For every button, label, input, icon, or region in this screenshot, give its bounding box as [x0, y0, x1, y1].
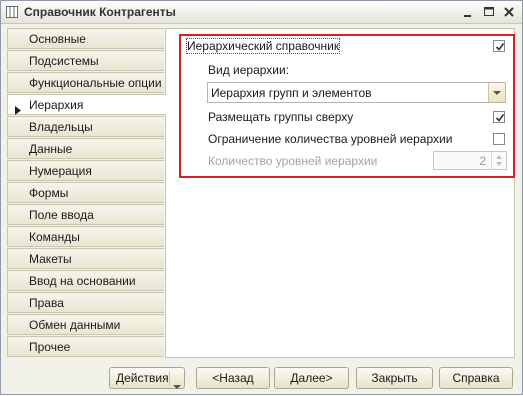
back-button[interactable]: <Назад [196, 367, 270, 389]
groups-on-top-checkbox[interactable] [493, 111, 505, 123]
sections-nav: Основные Подсистемы Функциональные опции… [7, 28, 166, 358]
nav-item-commands[interactable]: Команды [7, 226, 164, 247]
chevron-down-icon [493, 91, 501, 95]
levels-count-label: Количество уровней иерархии [208, 154, 378, 168]
dialog-window: Справочник Контрагенты Основные Подсисте… [0, 0, 523, 395]
nav-item-label: Нумерация [29, 164, 92, 178]
limit-levels-checkbox[interactable] [493, 133, 505, 145]
nav-item-forms[interactable]: Формы [7, 182, 164, 203]
nav-item-label: Права [29, 296, 64, 310]
help-button[interactable]: Справка [439, 367, 513, 389]
close-icon[interactable] [501, 4, 517, 20]
actions-button[interactable]: Действия [109, 367, 185, 389]
nav-item-label: Команды [29, 230, 80, 244]
help-button-label: Справка [452, 371, 500, 385]
levels-count-input[interactable]: 2 [433, 151, 507, 170]
current-section-arrow-icon [15, 101, 21, 121]
hierarchical-catalog-label[interactable]: Иерархический справочник [185, 38, 341, 54]
nav-item-label: Данные [29, 142, 73, 156]
dropdown-button[interactable] [488, 83, 505, 102]
nav-item-hierarchy[interactable]: Иерархия [7, 94, 166, 115]
nav-item-label: Формы [29, 186, 69, 200]
nav-item-rights[interactable]: Права [7, 292, 164, 313]
spin-up-down-icon [496, 155, 502, 166]
nav-item-label: Функциональные опции [29, 76, 162, 90]
nav-item-label: Обмен данными [29, 318, 121, 332]
nav-item-label: Владельцы [29, 120, 93, 134]
next-button[interactable]: Далее> [274, 367, 349, 389]
nav-item-owners[interactable]: Владельцы [7, 116, 164, 137]
hierarchy-settings-panel [165, 28, 515, 358]
nav-item-input-field[interactable]: Поле ввода [7, 204, 164, 225]
title-bar: Справочник Контрагенты [1, 1, 522, 24]
levels-count-value: 2 [479, 154, 486, 168]
next-button-label: Далее> [290, 371, 333, 385]
catalog-icon [6, 6, 18, 18]
hierarchy-type-value: Иерархия групп и элементов [211, 86, 372, 100]
groups-on-top-label: Размещать группы сверху [208, 110, 354, 124]
nav-item-functional-options[interactable]: Функциональные опции [7, 72, 164, 93]
nav-item-label: Прочее [29, 340, 71, 354]
nav-item-subsystems[interactable]: Подсистемы [7, 50, 164, 71]
nav-item-label: Поле ввода [29, 208, 94, 222]
nav-item-other[interactable]: Прочее [7, 336, 164, 357]
button-separator [169, 371, 170, 385]
nav-item-data-exchange[interactable]: Обмен данными [7, 314, 164, 335]
chevron-down-icon [173, 376, 181, 396]
hierarchy-type-label: Вид иерархии: [208, 63, 290, 77]
nav-item-label: Иерархия [29, 98, 84, 112]
minimize-icon[interactable] [460, 4, 476, 20]
hierarchy-type-select[interactable]: Иерархия групп и элементов [207, 82, 506, 103]
nav-item-label: Ввод на основании [29, 274, 136, 288]
checkmark-icon [495, 114, 505, 122]
nav-item-label: Основные [29, 32, 86, 46]
back-button-label: <Назад [212, 371, 254, 385]
limit-levels-label: Ограничение количества уровней иерархии [208, 132, 453, 146]
nav-item-templates[interactable]: Макеты [7, 248, 164, 269]
nav-item-numbering[interactable]: Нумерация [7, 160, 164, 181]
close-button-label: Закрыть [371, 371, 418, 385]
maximize-icon[interactable] [481, 4, 497, 20]
nav-item-label: Макеты [29, 252, 72, 266]
window-title: Справочник Контрагенты [24, 5, 176, 19]
nav-item-data[interactable]: Данные [7, 138, 164, 159]
hierarchical-catalog-checkbox[interactable] [493, 40, 505, 52]
nav-item-input-by-basis[interactable]: Ввод на основании [7, 270, 164, 291]
spin-arrows[interactable] [491, 152, 506, 169]
checkmark-icon [495, 43, 505, 51]
actions-button-label: Действия [116, 371, 169, 385]
nav-item-main[interactable]: Основные [7, 28, 164, 49]
nav-item-label: Подсистемы [29, 54, 99, 68]
close-button[interactable]: Закрыть [356, 367, 433, 389]
